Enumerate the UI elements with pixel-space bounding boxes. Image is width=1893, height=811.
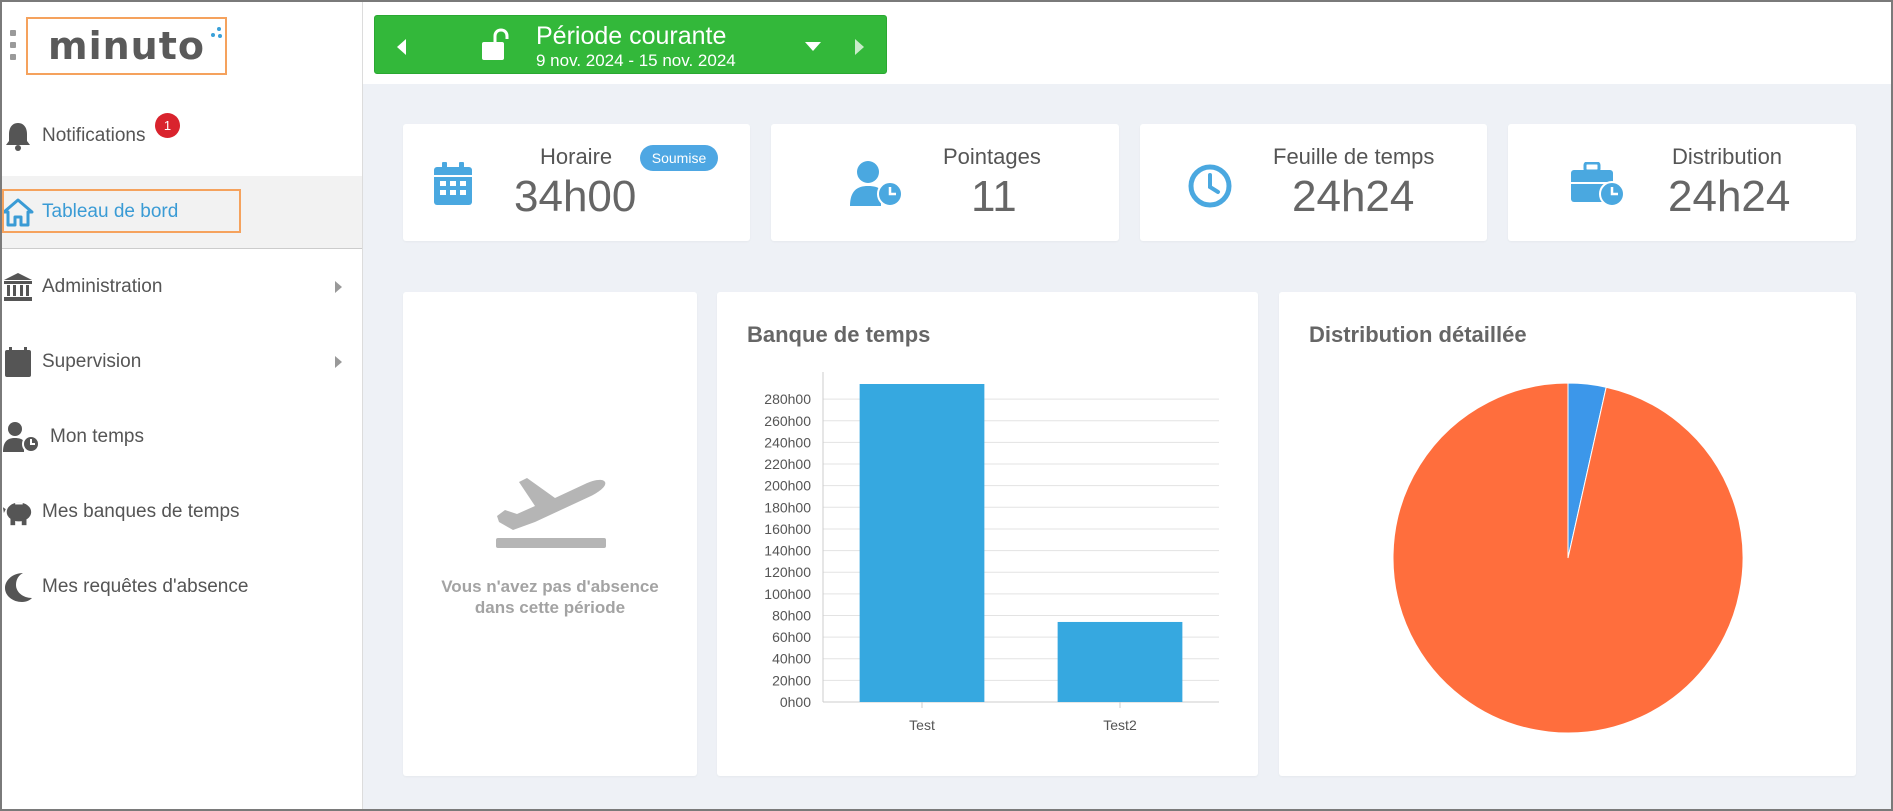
briefcase-clock-icon (1570, 161, 1626, 213)
x-tick-label: Test2 (1103, 717, 1137, 733)
bank-icon (2, 271, 34, 303)
calendar-icon (2, 346, 34, 378)
bank-chart-card: Banque de temps 0h00 20h00 40h00 60h00 80h00… (717, 292, 1258, 776)
period-dates: 9 nov. 2024 - 15 nov. 2024 (536, 51, 736, 70)
x-tick-label: Test (909, 717, 935, 733)
absence-card: Vous n'avez pas d'absence dans cette pér… (403, 292, 697, 776)
bank-bar-chart: 0h00 20h00 40h00 60h00 80h00 100h00 120h00 140h… (764, 372, 1219, 733)
status-badge: Soumise (640, 145, 718, 171)
stat-card-feuille-de-temps[interactable]: Feuille de temps 24h24 (1140, 124, 1487, 241)
no-absence-line1: Vous n'avez pas d'absence (441, 577, 659, 596)
y-tick-label: 80h00 (772, 607, 811, 623)
y-tick-label: 20h00 (772, 672, 811, 688)
sidebar-item-mon-temps[interactable]: Mon temps (0, 402, 362, 472)
y-tick-label: 0h00 (780, 694, 811, 710)
stat-title: Distribution (1672, 144, 1783, 169)
stat-value: 34h00 (514, 172, 637, 221)
calendar-icon (433, 162, 473, 211)
sidebar-item-dashboard[interactable]: Tableau de bord (0, 176, 362, 249)
stat-card-distribution[interactable]: Distribution 24h24 (1508, 124, 1856, 241)
stat-title: Horaire (540, 144, 613, 169)
sidebar-item-label: Tableau de bord (42, 201, 179, 222)
sidebar-item-banques[interactable]: Mes banques de temps (0, 477, 362, 547)
sidebar: minuto Notifications 1 Tableau de bord A… (0, 0, 363, 811)
period-selector[interactable]: Période courante 9 nov. 2024 - 15 nov. 2… (374, 15, 887, 74)
sidebar-item-label: Supervision (42, 351, 142, 372)
period-title: Période courante (536, 22, 727, 50)
drag-handle-icon[interactable] (10, 30, 18, 64)
chevron-right-icon (335, 281, 342, 293)
y-tick-label: 60h00 (772, 629, 811, 645)
sidebar-item-label: Mes requêtes d'absence (42, 576, 249, 597)
previous-period-icon[interactable] (397, 39, 406, 55)
no-absence-line2: dans cette période (474, 598, 626, 617)
chevron-right-icon (335, 356, 342, 368)
logo-dots-icon (211, 27, 225, 41)
unlock-icon (481, 28, 511, 67)
distribution-pie-chart (1392, 382, 1744, 734)
y-tick-label: 260h00 (764, 413, 811, 429)
sidebar-item-administration[interactable]: Administration (0, 252, 362, 322)
y-tick-label: 280h00 (764, 391, 811, 407)
y-tick-label: 100h00 (764, 586, 811, 602)
logo[interactable]: minuto (26, 17, 227, 75)
logo-text: minuto (48, 24, 205, 68)
y-tick-label: 220h00 (764, 456, 811, 472)
bell-icon (2, 120, 34, 152)
y-tick-label: 180h00 (764, 499, 811, 515)
distribution-chart-card: Distribution détaillée (1279, 292, 1856, 776)
sidebar-item-label: Administration (42, 276, 163, 297)
user-clock-icon (2, 421, 42, 453)
stat-value: 11 (971, 172, 1017, 221)
y-tick-label: 240h00 (764, 434, 811, 450)
sidebar-item-label: Mon temps (50, 426, 144, 447)
stat-title: Feuille de temps (1273, 144, 1435, 169)
pie-slice (1392, 382, 1744, 734)
next-period-icon[interactable] (855, 39, 864, 55)
sidebar-item-label: Mes banques de temps (42, 501, 240, 522)
sidebar-item-label: Notifications (42, 125, 146, 146)
y-tick-label: 120h00 (764, 564, 811, 580)
bar (1057, 621, 1183, 702)
chevron-down-icon[interactable] (805, 42, 821, 51)
user-clock-icon (849, 160, 905, 213)
stat-value: 24h24 (1668, 172, 1791, 221)
y-tick-label: 200h00 (764, 478, 811, 494)
piggy-bank-icon (2, 496, 34, 528)
dashboard-main: Horaire Soumise 34h00 Pointages 11 Feuil… (363, 84, 1891, 809)
y-tick-label: 140h00 (764, 543, 811, 559)
stat-card-horaire[interactable]: Horaire Soumise 34h00 (403, 124, 750, 241)
moon-icon (2, 571, 34, 603)
stat-title: Pointages (943, 144, 1041, 169)
clock-icon (1188, 164, 1232, 213)
bar (859, 384, 985, 702)
home-icon (2, 196, 34, 228)
sidebar-item-notifications[interactable]: Notifications (0, 101, 362, 171)
stat-value: 24h24 (1292, 172, 1415, 221)
y-tick-label: 160h00 (764, 521, 811, 537)
notification-badge: 1 (155, 113, 180, 138)
sidebar-item-requetes-absence[interactable]: Mes requêtes d'absence (0, 552, 362, 622)
airplane-departure-icon (495, 464, 607, 555)
y-tick-label: 40h00 (772, 651, 811, 667)
top-bar: Période courante 9 nov. 2024 - 15 nov. 2… (363, 0, 1891, 84)
stat-card-pointages[interactable]: Pointages 11 (771, 124, 1119, 241)
sidebar-item-supervision[interactable]: Supervision (0, 327, 362, 397)
no-absence-message: Vous n'avez pas d'absence dans cette pér… (403, 576, 697, 618)
